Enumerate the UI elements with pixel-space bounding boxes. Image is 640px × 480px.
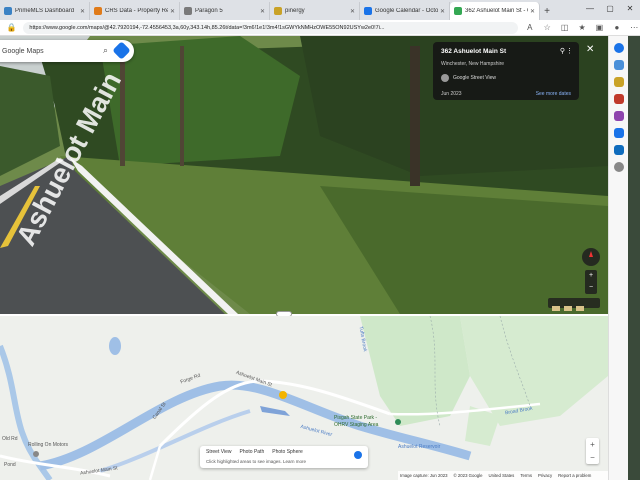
tab-google-calendar[interactable]: Google Calendar - Octob ✕ — [360, 2, 450, 20]
tab-favicon-icon — [364, 7, 372, 15]
location-pin-icon[interactable]: ⚲ — [560, 47, 565, 55]
maps-search-label: Google Maps — [2, 47, 44, 55]
window-controls: — ▢ ✕ — [580, 0, 640, 18]
outlook-icon[interactable] — [613, 145, 624, 155]
close-icon[interactable]: ✕ — [260, 8, 265, 15]
map-pane[interactable]: Pisgah State Park - OHRV Staging Area Ro… — [0, 316, 608, 480]
close-icon[interactable]: ✕ — [80, 8, 85, 15]
tab-favicon-icon — [94, 7, 102, 15]
street-view-zoom-control[interactable]: + − — [585, 270, 597, 294]
more-options-icon[interactable]: ⋮ — [566, 47, 573, 55]
map-zoom-control[interactable]: + − — [586, 438, 599, 464]
lock-icon[interactable]: 🔒 — [6, 22, 17, 34]
thumbnail[interactable] — [576, 306, 584, 311]
tab-favicon-icon — [184, 7, 192, 15]
tab-label: 362 Ashuelot Main St - G — [465, 8, 528, 14]
favorite-star-icon[interactable]: ☆ — [542, 22, 553, 34]
legend-hint[interactable]: Click highlighted areas to see images. L… — [206, 459, 362, 464]
sv-capture-date: Jun 2023 — [441, 91, 462, 97]
layer-toggle-icon[interactable] — [354, 451, 362, 459]
tab-crs-data[interactable]: CRS Data - Property Repo✕ — [90, 2, 180, 20]
map-label-ashuelot-reservoir: Ashuelot Reservoir — [398, 444, 441, 450]
tab-label: pinergy — [285, 8, 305, 14]
street-view-pane[interactable]: Ashuelot Main Google Maps ⌕ 362 Ashuelot… — [0, 36, 608, 314]
street-view-info-card: 362 Ashuelot Main St Winchester, New Ham… — [433, 42, 579, 100]
bing-chat-icon[interactable] — [613, 43, 624, 53]
map-label-pond: Pond — [4, 462, 16, 468]
region[interactable]: United States — [489, 473, 515, 478]
sv-town: Winchester, New Hampshire — [441, 61, 505, 67]
zoom-out-icon[interactable]: − — [586, 451, 599, 464]
tab-label: Paragon 5 — [195, 8, 223, 14]
split-screen-icon[interactable]: ◫ — [559, 22, 570, 34]
tab-primemls[interactable]: PrimeMLS Dashboard ✕ — [0, 2, 90, 20]
close-street-view-icon[interactable]: ✕ — [586, 44, 594, 55]
tools-icon[interactable] — [613, 94, 624, 104]
browser-window: PrimeMLS Dashboard ✕ CRS Data - Property … — [0, 0, 640, 480]
map-attribution: Image capture: Jun 2023 © 2023 Google Un… — [398, 471, 608, 480]
close-icon[interactable]: ✕ — [170, 8, 175, 15]
street-view-thumbnails[interactable] — [548, 298, 600, 311]
maximize-icon[interactable]: ▢ — [600, 0, 620, 18]
map-label-old-rd: Old Rd — [2, 436, 18, 442]
games-icon[interactable] — [613, 111, 624, 121]
address-bar-row: 🔒 https://www.google.com/maps/@42.792019… — [0, 20, 640, 36]
menu-dots-icon[interactable]: ⋯ — [629, 22, 640, 34]
thumbnail[interactable] — [552, 306, 560, 311]
url-input[interactable]: https://www.google.com/maps/@42.7920194,… — [23, 21, 519, 34]
directions-icon[interactable] — [112, 41, 131, 60]
close-icon[interactable]: ✕ — [350, 8, 355, 15]
tab-favicon-icon — [454, 7, 462, 15]
zoom-in-icon[interactable]: + — [586, 438, 599, 451]
sv-address: 362 Ashuelot Main St — [441, 48, 507, 55]
favorites-icon[interactable]: ★ — [576, 22, 587, 34]
sv-provider: Google Street View — [441, 74, 571, 82]
legend-street-view: Street View — [206, 449, 232, 455]
tab-favicon-icon — [4, 7, 12, 15]
google-street-view-icon — [441, 74, 449, 82]
edge-sidebar — [608, 36, 628, 480]
map-label-rolling-on-motors[interactable]: Rolling On Motors — [28, 442, 68, 448]
microsoft-365-icon[interactable] — [613, 128, 624, 138]
close-window-icon[interactable]: ✕ — [620, 0, 640, 18]
tab-label: CRS Data - Property Repo — [105, 8, 168, 14]
report-problem-link[interactable]: Report a problem — [558, 473, 591, 478]
terms-link[interactable]: Terms — [520, 473, 532, 478]
see-more-dates-link[interactable]: See more dates — [536, 91, 571, 97]
tab-pinergy[interactable]: pinergy ✕ — [270, 2, 360, 20]
zoom-in-icon[interactable]: + — [585, 270, 597, 282]
image-capture-date: Image capture: Jun 2023 — [400, 473, 448, 478]
shopping-icon[interactable] — [613, 77, 624, 87]
copyright: © 2023 Google — [453, 473, 483, 478]
add-icon[interactable] — [613, 162, 624, 172]
zoom-out-icon[interactable]: − — [585, 282, 597, 294]
minimize-icon[interactable]: — — [580, 0, 600, 18]
close-icon[interactable]: ✕ — [530, 8, 535, 15]
close-icon[interactable]: ✕ — [440, 8, 445, 15]
sv-provider-label: Google Street View — [453, 75, 496, 81]
legend-photo-path: Photo Path — [239, 449, 265, 455]
profile-icon[interactable]: ● — [611, 22, 622, 34]
legend-photo-sphere: Photo Sphere — [272, 449, 303, 455]
tab-strip: PrimeMLS Dashboard ✕ CRS Data - Property … — [0, 0, 640, 20]
tab-paragon[interactable]: Paragon 5 ✕ — [180, 2, 270, 20]
tab-google-maps[interactable]: 362 Ashuelot Main St - G ✕ — [450, 2, 540, 20]
search-icon[interactable] — [613, 60, 624, 70]
map-label-ohrv[interactable]: OHRV Staging Area — [334, 422, 378, 428]
collections-icon[interactable]: ▣ — [594, 22, 605, 34]
desktop-edge — [628, 36, 640, 480]
map-label-pisgah-park[interactable]: Pisgah State Park - — [334, 415, 377, 421]
read-aloud-icon[interactable]: A — [524, 22, 535, 34]
privacy-link[interactable]: Privacy — [538, 473, 552, 478]
search-icon[interactable]: ⌕ — [103, 45, 108, 56]
street-view-layer-legend: Street View Photo Path Photo Sphere Clic… — [200, 446, 368, 468]
tab-label: Google Calendar - Octob — [375, 8, 438, 14]
tab-label: PrimeMLS Dashboard — [15, 8, 75, 14]
thumbnail[interactable] — [564, 306, 572, 311]
compass-icon[interactable] — [582, 248, 600, 266]
tab-favicon-icon — [274, 7, 282, 15]
new-tab-button[interactable]: + — [540, 2, 554, 20]
maps-search-box[interactable]: Google Maps ⌕ — [0, 40, 134, 62]
